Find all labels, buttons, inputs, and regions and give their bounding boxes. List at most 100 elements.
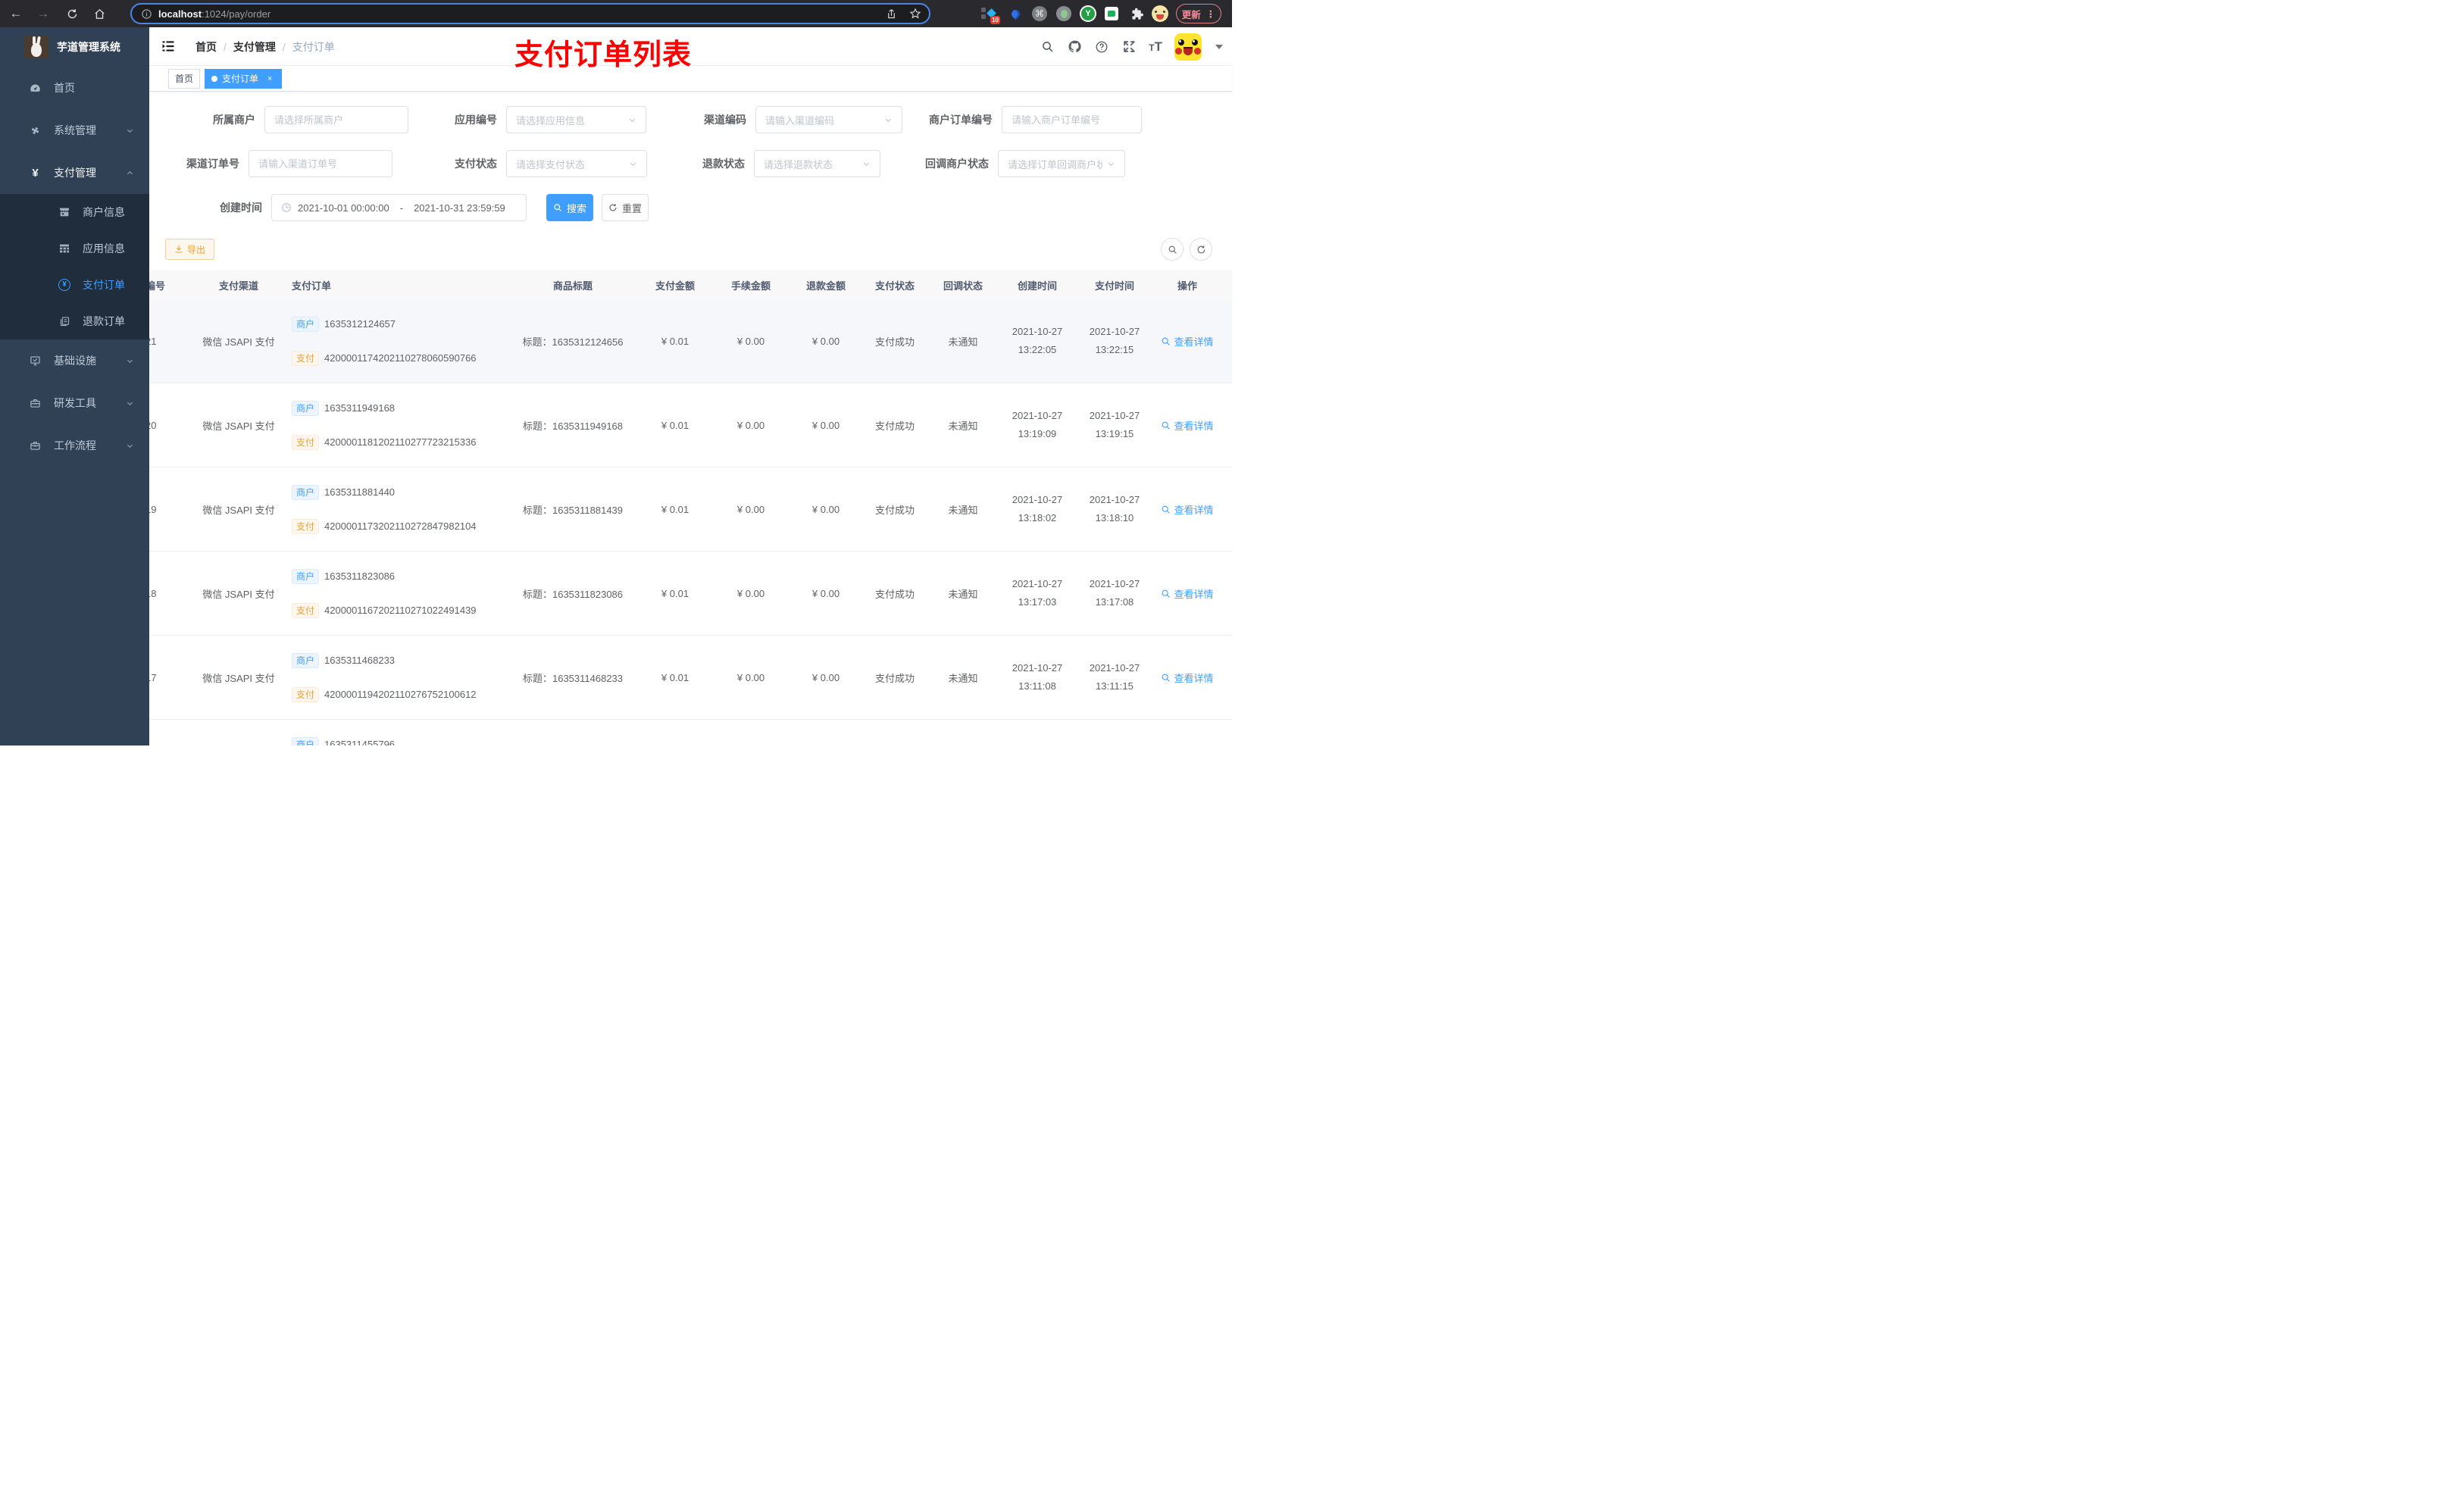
select-chevron-icon — [629, 160, 637, 168]
browser-reload-icon[interactable] — [62, 0, 82, 27]
toggle-search-icon[interactable] — [1161, 238, 1184, 261]
date-end-value: 2021-10-31 23:59:59 — [414, 202, 505, 214]
address-bar[interactable]: localhost:1024/pay/order — [130, 3, 930, 24]
extensions-puzzle-icon[interactable] — [1128, 5, 1146, 23]
extension-badge: 10 — [990, 16, 1000, 24]
cell-notify: 未通知 — [948, 336, 978, 348]
app-title: 芋道管理系统 — [57, 40, 120, 53]
breadcrumb-home[interactable]: 首页 — [195, 39, 217, 55]
shop-icon — [58, 206, 70, 218]
merchant-order-no: 1635311881440 — [324, 486, 396, 498]
share-icon[interactable] — [886, 8, 897, 20]
pay-tag: 支付 — [292, 602, 320, 618]
user-avatar[interactable] — [1174, 33, 1202, 61]
fullscreen-icon[interactable] — [1121, 39, 1137, 55]
sidebar-item-workflow[interactable]: 工作流程 — [0, 424, 149, 467]
extension-pin-icon[interactable] — [1006, 5, 1024, 23]
sidebar-item-app-info[interactable]: 应用信息 — [0, 230, 149, 267]
filter-row-2: 渠道订单号 支付状态 请选择支付状态 退款状态 请选择退款状态 回调商户状态 请… — [149, 150, 1232, 177]
bookmark-star-icon[interactable] — [909, 8, 921, 20]
breadcrumb-current: 支付订单 — [292, 40, 335, 53]
browser-update-button[interactable]: 更新 ⋮ — [1176, 4, 1221, 23]
cell-refund: ¥ 0.00 — [811, 587, 840, 599]
view-detail-link[interactable]: 查看详情 — [1161, 670, 1214, 685]
pay-status-select[interactable]: 请选择支付状态 — [506, 150, 647, 177]
browser-menu-dots-icon[interactable]: ⋮ — [1206, 8, 1216, 20]
site-info-icon[interactable] — [141, 8, 152, 20]
briefcase-icon — [30, 440, 41, 452]
sidebar-item-pay-order[interactable]: ¥ 支付订单 — [0, 267, 149, 303]
refund-status-select[interactable]: 请选择退款状态 — [754, 150, 880, 177]
cell-id: 21 — [149, 335, 157, 347]
view-detail-link[interactable]: 查看详情 — [1161, 334, 1214, 349]
cell-order: 商户 1635312124657 支付 42000011742021102780… — [281, 316, 508, 366]
browser-back-icon[interactable]: ← — [6, 0, 26, 27]
sidebar-item-merchant-info[interactable]: 商户信息 — [0, 194, 149, 230]
merchant-input[interactable] — [264, 106, 408, 133]
cell-refund: ¥ 0.00 — [811, 671, 840, 683]
header-search-icon[interactable] — [1040, 39, 1055, 55]
merchant-tag: 商户 — [292, 400, 320, 416]
tab-home[interactable]: 首页 — [168, 68, 201, 89]
extension-record-icon[interactable] — [1055, 5, 1073, 23]
tab-close-icon[interactable]: × — [264, 73, 275, 84]
search-button[interactable]: 搜索 — [546, 194, 593, 221]
cell-pay-time: 2021-10-27 13:18:10 — [1089, 494, 1140, 524]
filter-channel-code: 渠道编码 请输入渠道编码 — [701, 106, 902, 133]
pay-order-no: 4200001173202110272847982104 — [324, 520, 477, 532]
browser-home-icon[interactable] — [89, 0, 109, 27]
extension-chat-icon[interactable] — [1102, 5, 1121, 23]
avatar-caret-icon[interactable] — [1215, 44, 1223, 49]
sidebar-item-infrastructure[interactable]: 基础设施 — [0, 339, 149, 382]
merchant-tag: 商户 — [292, 484, 320, 500]
cell-status: 支付成功 — [874, 672, 915, 684]
sidebar-item-refund-order[interactable]: 退款订单 — [0, 303, 149, 339]
export-button[interactable]: 导出 — [165, 239, 215, 260]
cell-create-time: 2021-10-27 13:11:08 — [1012, 662, 1063, 692]
sidebar-collapse-icon[interactable] — [161, 39, 176, 54]
help-question-icon[interactable] — [1094, 39, 1109, 55]
cell-amount: ¥ 0.01 — [661, 587, 689, 599]
pay-tag: 支付 — [292, 518, 320, 534]
github-icon[interactable] — [1067, 39, 1082, 55]
extension-tabs-icon[interactable]: 10 — [979, 5, 1000, 24]
select-chevron-icon — [884, 116, 893, 124]
cell-status: 支付成功 — [874, 420, 915, 432]
channel-order-no-input[interactable] — [249, 150, 392, 177]
sidebar-item-payment[interactable]: ¥ 支付管理 — [0, 152, 149, 194]
chevron-down-icon — [126, 357, 134, 365]
header-actions: TT — [1040, 27, 1232, 66]
extension-y-icon[interactable]: Y — [1079, 5, 1097, 23]
view-detail-link[interactable]: 查看详情 — [1161, 502, 1214, 517]
channel-code-select[interactable]: 请输入渠道编码 — [755, 106, 902, 133]
font-size-icon[interactable]: TT — [1149, 39, 1162, 55]
merchant-order-no: 1635311455796 — [324, 739, 396, 746]
reset-button[interactable]: 重置 — [602, 194, 649, 221]
notify-status-select[interactable]: 请选择订单回调商户状态 — [998, 150, 1125, 177]
sidebar-item-dev-tools[interactable]: 研发工具 — [0, 382, 149, 424]
cell-pay-time: 2021-10-27 13:17:08 — [1089, 578, 1140, 608]
tab-pay-order[interactable]: 支付订单 × — [205, 68, 283, 89]
sidebar-item-home[interactable]: 首页 — [0, 67, 149, 109]
date-range-picker[interactable]: 2021-10-01 00:00:00 - 2021-10-31 23:59:5… — [271, 194, 527, 221]
view-detail-link[interactable]: 查看详情 — [1161, 418, 1214, 433]
refresh-table-icon[interactable] — [1190, 238, 1212, 261]
cell-id: 20 — [149, 419, 157, 431]
cell-status: 支付成功 — [874, 504, 915, 516]
view-detail-link[interactable]: 查看详情 — [1161, 586, 1214, 601]
extension-command-icon[interactable]: ⌘ — [1030, 5, 1049, 23]
merchant-tag: 商户 — [292, 316, 320, 332]
merchant-order-no-input[interactable] — [1002, 106, 1142, 133]
table-row: 18 微信 JSAPI 支付 商户 1635311823086 支付 42000… — [149, 552, 1232, 636]
app-logo[interactable]: 芋道管理系统 — [0, 27, 149, 66]
cell-fee: ¥ 0.00 — [736, 335, 765, 347]
sidebar-item-system[interactable]: 系统管理 — [0, 109, 149, 152]
breadcrumb-payment[interactable]: 支付管理 — [233, 39, 276, 55]
view-detail-search-icon — [1161, 589, 1171, 599]
browser-forward-icon[interactable]: → — [33, 0, 53, 27]
cell-status: 支付成功 — [874, 588, 915, 600]
cell-status: 支付成功 — [874, 336, 915, 348]
profile-avatar-icon[interactable] — [1151, 5, 1169, 23]
yen-circle-icon: ¥ — [58, 279, 70, 291]
app-select[interactable]: 请选择应用信息 — [506, 106, 646, 133]
